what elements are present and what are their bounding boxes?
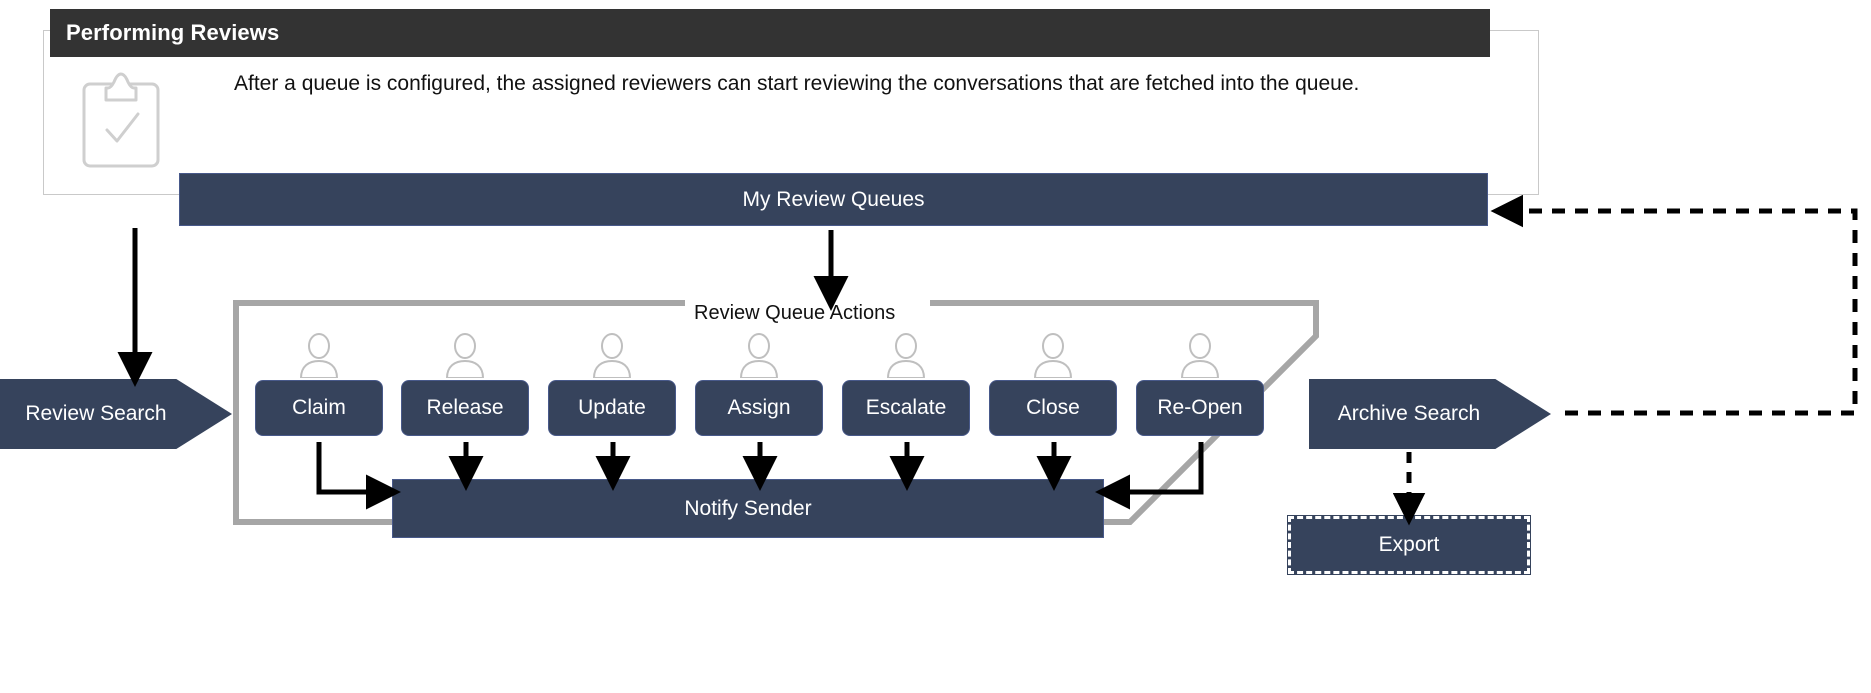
- person-icon: [299, 333, 339, 378]
- action-button-update[interactable]: Update: [548, 380, 676, 436]
- action-label: Escalate: [865, 396, 947, 419]
- action-label: Assign: [727, 396, 791, 419]
- action-button-assign[interactable]: Assign: [695, 380, 823, 436]
- person-icon: [739, 333, 779, 378]
- export-box[interactable]: Export: [1287, 515, 1531, 575]
- review-queue-actions-label: Review Queue Actions: [688, 302, 902, 325]
- notify-sender-bar[interactable]: Notify Sender: [392, 479, 1104, 538]
- archive-search-label: Archive Search: [1337, 402, 1481, 425]
- action-label: Claim: [292, 396, 346, 419]
- callout-header: Performing Reviews: [50, 9, 1490, 57]
- my-review-queues-bar[interactable]: My Review Queues: [179, 173, 1488, 226]
- action-cell-close: Close: [989, 332, 1117, 444]
- review-search-shape[interactable]: Review Search: [0, 379, 232, 449]
- notify-sender-label: Notify Sender: [684, 496, 812, 520]
- action-label: Close: [1026, 396, 1080, 419]
- action-button-reopen[interactable]: Re-Open: [1136, 380, 1264, 436]
- action-label: Update: [578, 396, 646, 419]
- clipboard-check-icon: [82, 72, 160, 168]
- action-button-release[interactable]: Release: [401, 380, 529, 436]
- action-cell-release: Release: [401, 332, 529, 444]
- person-icon: [886, 333, 926, 378]
- action-button-escalate[interactable]: Escalate: [842, 380, 970, 436]
- diagram-canvas: Performing Reviews After a queue is conf…: [0, 0, 1871, 693]
- action-cell-update: Update: [548, 332, 676, 444]
- archive-search-shape[interactable]: Archive Search: [1309, 379, 1551, 449]
- person-icon: [1180, 333, 1220, 378]
- person-icon: [445, 333, 485, 378]
- action-cell-claim: Claim: [255, 332, 383, 444]
- action-button-claim[interactable]: Claim: [255, 380, 383, 436]
- action-label: Re-Open: [1157, 396, 1243, 419]
- person-icon: [592, 333, 632, 378]
- person-icon: [1033, 333, 1073, 378]
- action-cell-escalate: Escalate: [842, 332, 970, 444]
- export-label: Export: [1378, 533, 1440, 556]
- review-search-label: Review Search: [25, 402, 167, 425]
- action-label: Release: [426, 396, 504, 419]
- page-title: Performing Reviews: [66, 20, 280, 45]
- my-review-queues-label: My Review Queues: [742, 187, 925, 211]
- action-cell-reopen: Re-Open: [1136, 332, 1264, 444]
- action-cell-assign: Assign: [695, 332, 823, 444]
- action-button-close[interactable]: Close: [989, 380, 1117, 436]
- callout-body-text: After a queue is configured, the assigne…: [234, 72, 1360, 95]
- arrow-archive-loop-to-queues: [1490, 194, 1858, 416]
